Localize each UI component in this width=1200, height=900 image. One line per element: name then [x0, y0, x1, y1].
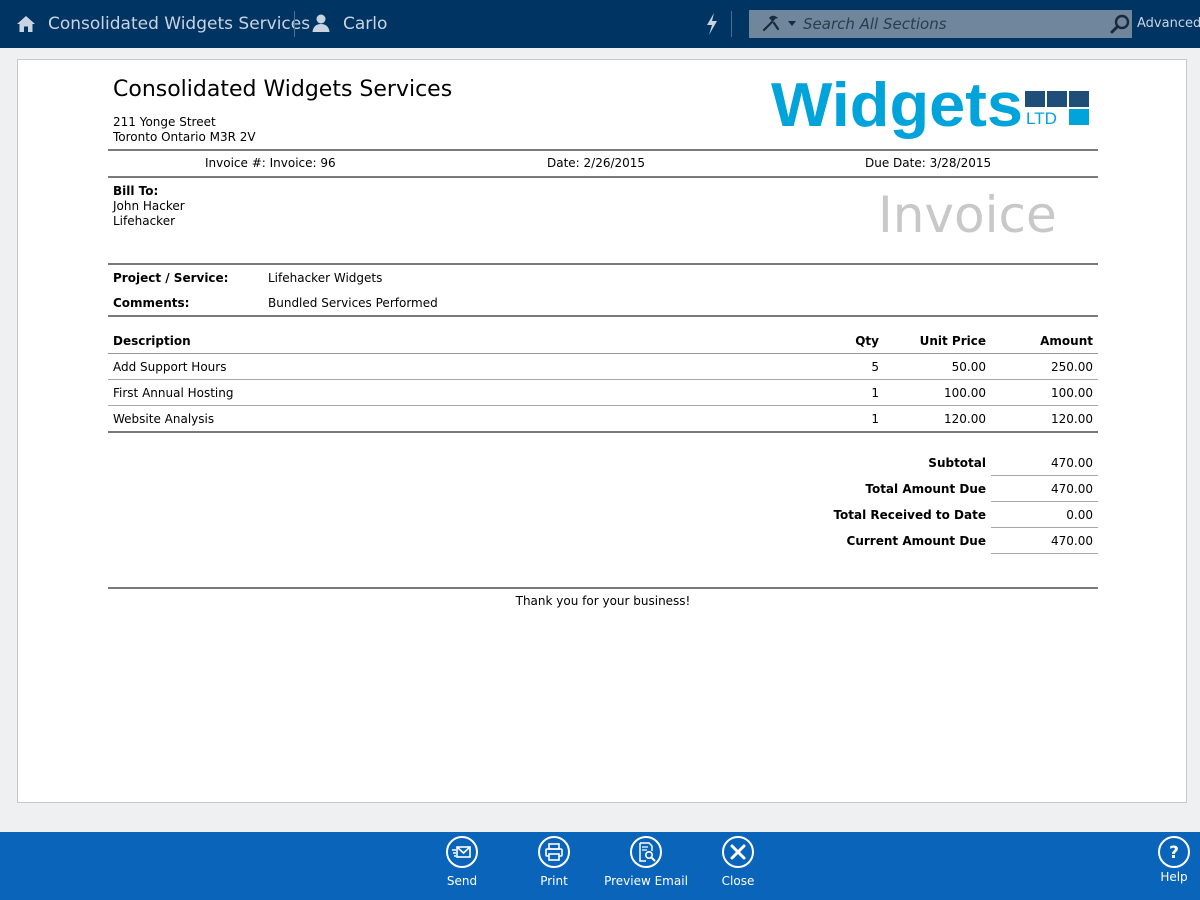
item-description: First Annual Hosting: [113, 386, 234, 400]
item-description: Website Analysis: [113, 412, 215, 426]
bottom-action-bar: Send Print Preview Email Close ? Help: [0, 832, 1200, 900]
preview-email-label: Preview Email: [604, 874, 688, 888]
user-name-link[interactable]: Carlo: [343, 14, 387, 34]
item-qty: 1: [871, 412, 879, 426]
item-unit-price: 50.00: [951, 360, 986, 374]
help-button[interactable]: ? Help: [1124, 836, 1200, 896]
divider: [108, 315, 1098, 317]
preview-email-button[interactable]: Preview Email: [596, 836, 696, 896]
close-label: Close: [721, 874, 755, 888]
preview-document-icon: [639, 842, 656, 862]
company-name-link[interactable]: Consolidated Widgets Services: [48, 14, 310, 34]
item-description: Add Support Hours: [113, 360, 227, 374]
address-line-2: Toronto Ontario M3R 2V: [113, 130, 256, 144]
comments-label: Comments:: [113, 296, 190, 310]
send-email-icon: [452, 846, 471, 858]
divider: [108, 431, 1098, 433]
comments-value: Bundled Services Performed: [268, 296, 438, 310]
print-button[interactable]: Print: [504, 836, 604, 896]
help-label: Help: [1160, 870, 1188, 884]
table-row: First Annual Hosting 1 100.00 100.00: [108, 380, 1098, 406]
subtotal-label: Subtotal: [928, 456, 986, 470]
table-row: Website Analysis 1 120.00 120.00: [108, 406, 1098, 432]
total-amount-due-value: 470.00: [991, 476, 1098, 502]
table-row: Add Support Hours 5 50.00 250.00: [108, 354, 1098, 380]
help-icon: ?: [1169, 843, 1179, 862]
close-button[interactable]: Close: [688, 836, 788, 896]
home-icon[interactable]: [16, 14, 36, 34]
search-scope-tools-icon[interactable]: [761, 13, 781, 33]
invoice-due-date: Due Date: 3/28/2015: [865, 156, 992, 170]
item-unit-price: 120.00: [944, 412, 986, 426]
column-header-description: Description: [113, 334, 191, 348]
item-amount: 120.00: [1051, 412, 1093, 426]
close-icon: [730, 844, 746, 860]
item-qty: 5: [871, 360, 879, 374]
advanced-search-link[interactable]: Advanced: [1137, 16, 1200, 31]
lightning-icon[interactable]: [704, 13, 720, 35]
divider: [294, 11, 295, 37]
item-amount: 250.00: [1051, 360, 1093, 374]
divider: [108, 176, 1098, 178]
item-qty: 1: [871, 386, 879, 400]
svg-text:?: ?: [1169, 843, 1179, 862]
address-line-1: 211 Yonge Street: [113, 115, 216, 129]
current-amount-due-label: Current Amount Due: [846, 534, 986, 548]
widgets-ltd-logo: Widgets LTD: [771, 71, 1089, 140]
top-navigation-bar: Consolidated Widgets Services Carlo Adva…: [0, 0, 1200, 48]
search-box: [749, 10, 1132, 38]
divider: [108, 587, 1098, 589]
total-received-label: Total Received to Date: [833, 508, 986, 522]
logo-suffix: LTD: [1026, 109, 1057, 128]
item-unit-price: 100.00: [944, 386, 986, 400]
subtotal-value: 470.00: [991, 450, 1098, 476]
invoice-title: Invoice: [878, 186, 1057, 244]
project-value: Lifehacker Widgets: [268, 271, 383, 285]
total-amount-due-label: Total Amount Due: [865, 482, 986, 496]
user-icon[interactable]: [311, 13, 331, 33]
invoice-date: Date: 2/26/2015: [547, 156, 646, 170]
column-header-unit-price: Unit Price: [919, 334, 986, 348]
bill-to-company: Lifehacker: [113, 214, 176, 228]
total-received-value: 0.00: [991, 502, 1098, 528]
divider: [731, 11, 732, 37]
search-input[interactable]: [803, 13, 1103, 35]
column-header-qty: Qty: [855, 334, 879, 348]
project-label: Project / Service:: [113, 271, 229, 285]
printer-icon: [545, 843, 563, 861]
print-label: Print: [540, 874, 568, 888]
item-amount: 100.00: [1051, 386, 1093, 400]
thank-you-note: Thank you for your business!: [515, 594, 691, 608]
current-amount-due-value: 470.00: [991, 528, 1098, 554]
send-button[interactable]: Send: [412, 836, 512, 896]
invoice-company-name: Consolidated Widgets Services: [113, 77, 453, 102]
column-header-amount: Amount: [1040, 334, 1093, 348]
divider: [108, 263, 1098, 265]
bill-to-name: John Hacker: [113, 199, 185, 213]
invoice-preview-frame: Consolidated Widgets Services 211 Yonge …: [17, 59, 1187, 803]
logo-word: Widgets: [771, 71, 1023, 140]
chevron-down-icon[interactable]: [788, 21, 796, 26]
divider: [108, 149, 1098, 151]
send-label: Send: [446, 874, 478, 888]
invoice-number: Invoice #: Invoice: 96: [205, 156, 336, 170]
search-icon[interactable]: [1110, 13, 1132, 35]
bill-to-label: Bill To:: [113, 184, 159, 198]
